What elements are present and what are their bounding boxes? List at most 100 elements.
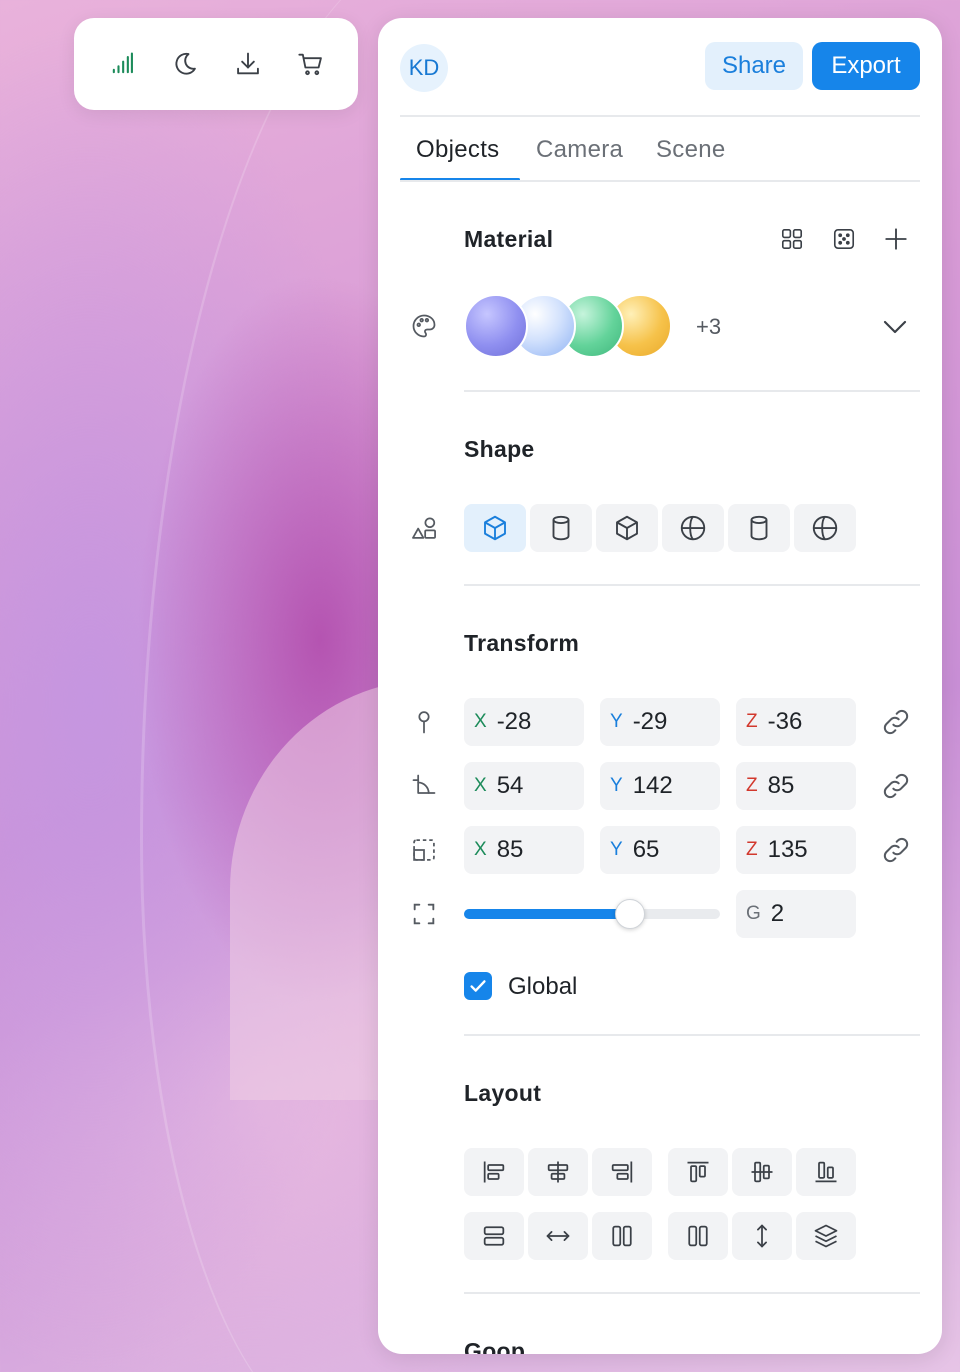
tab-camera[interactable]: Camera [536, 136, 623, 164]
cube-icon [484, 515, 506, 541]
shape-option-cylinder-2[interactable] [728, 504, 790, 552]
grid-slider[interactable] [464, 899, 720, 929]
rotate-icon [408, 770, 440, 802]
align-center-horizontal-icon [547, 1161, 569, 1183]
signal-icon [112, 52, 133, 74]
shape-option-cube[interactable] [464, 504, 526, 552]
columns-icon [688, 1225, 708, 1247]
columns-icon [612, 1225, 632, 1247]
divider [464, 584, 920, 586]
shape-option-box[interactable] [596, 504, 658, 552]
frame-icon [408, 898, 440, 930]
chevron-down-icon[interactable] [880, 312, 910, 342]
align-center-h-button[interactable] [528, 1148, 588, 1196]
grid-value-field[interactable]: G2 [736, 890, 856, 938]
divider [464, 1034, 920, 1036]
align-center-vertical-icon [751, 1161, 773, 1183]
stack-vertical-button[interactable] [464, 1212, 524, 1260]
grid-view-button[interactable] [777, 224, 807, 254]
box-icon [616, 515, 638, 541]
tab-scene[interactable]: Scene [656, 136, 726, 164]
link-icon[interactable] [880, 770, 912, 802]
align-right-button[interactable] [592, 1148, 652, 1196]
scale-x-field[interactable]: X 85 [464, 826, 584, 874]
shape-option-cylinder[interactable] [530, 504, 592, 552]
export-button[interactable]: Export [812, 42, 920, 90]
align-left-button[interactable] [464, 1148, 524, 1196]
rotation-z-field[interactable]: Z 85 [736, 762, 856, 810]
cart-icon [297, 53, 322, 76]
scale-y-value: 65 [632, 836, 660, 863]
scale-y-field[interactable]: Y 65 [600, 826, 720, 874]
checkmark-icon [470, 980, 486, 992]
stretch-horizontal-button[interactable] [528, 1212, 588, 1260]
tab-objects[interactable]: Objects [416, 136, 499, 164]
align-bottom-icon [815, 1161, 837, 1183]
divider [464, 1292, 920, 1294]
grid-icon [781, 228, 803, 250]
align-left-icon [483, 1161, 505, 1183]
position-y-field[interactable]: Y -29 [600, 698, 720, 746]
scale-icon [408, 834, 440, 866]
layers-button[interactable] [796, 1212, 856, 1260]
distribute-columns-button[interactable] [668, 1212, 728, 1260]
goop-title: Goop [464, 1338, 526, 1354]
floating-toolbar [74, 18, 358, 110]
rotation-y-value: 142 [632, 772, 673, 799]
position-x-field[interactable]: X -28 [464, 698, 584, 746]
global-checkbox[interactable] [464, 972, 492, 1000]
align-center-v-button[interactable] [732, 1148, 792, 1196]
pin-icon [408, 706, 440, 738]
link-icon[interactable] [880, 706, 912, 738]
cylinder-icon [552, 515, 570, 541]
arrows-vertical-icon [757, 1224, 767, 1248]
avatar[interactable]: KD [400, 44, 448, 92]
material-swatch[interactable] [464, 294, 528, 358]
position-z-value: -36 [767, 708, 803, 735]
shape-option-sphere-2[interactable] [794, 504, 856, 552]
scale-z-value: 135 [767, 836, 808, 863]
position-y-value: -29 [632, 708, 668, 735]
sphere-icon [680, 515, 706, 541]
share-button[interactable]: Share [705, 42, 803, 90]
cart-button[interactable] [289, 42, 333, 86]
randomize-button[interactable] [829, 224, 859, 254]
sphere-icon [812, 515, 838, 541]
cylinder-icon [750, 515, 768, 541]
link-icon[interactable] [880, 834, 912, 866]
divider [400, 115, 920, 117]
download-button[interactable] [226, 42, 270, 86]
align-top-button[interactable] [668, 1148, 728, 1196]
transform-title: Transform [464, 630, 580, 656]
shape-option-sphere[interactable] [662, 504, 724, 552]
material-swatches[interactable] [464, 294, 684, 358]
align-bottom-button[interactable] [796, 1148, 856, 1196]
tab-bar: Objects Camera Scene [400, 118, 920, 182]
stretch-vertical-button[interactable] [732, 1212, 792, 1260]
more-materials-count: +3 [696, 314, 722, 339]
palette-icon [408, 310, 440, 342]
rotation-x-value: 54 [496, 772, 524, 799]
material-title: Material [464, 226, 554, 252]
divider [400, 180, 920, 182]
plus-icon [885, 228, 907, 250]
dark-mode-button[interactable] [163, 42, 207, 86]
slider-knob[interactable] [615, 899, 646, 929]
position-z-field[interactable]: Z -36 [736, 698, 856, 746]
signal-button[interactable] [100, 42, 144, 86]
position-x-value: -28 [496, 708, 532, 735]
dice-icon [833, 228, 855, 250]
rotation-y-field[interactable]: Y 142 [600, 762, 720, 810]
arrows-horizontal-icon [546, 1231, 570, 1241]
rotation-z-value: 85 [767, 772, 795, 799]
moon-icon [174, 52, 196, 75]
stack-vertical-icon [483, 1226, 505, 1246]
scale-z-field[interactable]: Z 135 [736, 826, 856, 874]
scale-x-value: 85 [496, 836, 524, 863]
add-material-button[interactable] [881, 224, 911, 254]
rotation-x-field[interactable]: X 54 [464, 762, 584, 810]
slider-fill [464, 909, 631, 919]
align-right-icon [611, 1161, 633, 1183]
layers-icon [814, 1224, 838, 1248]
stack-horizontal-button[interactable] [592, 1212, 652, 1260]
